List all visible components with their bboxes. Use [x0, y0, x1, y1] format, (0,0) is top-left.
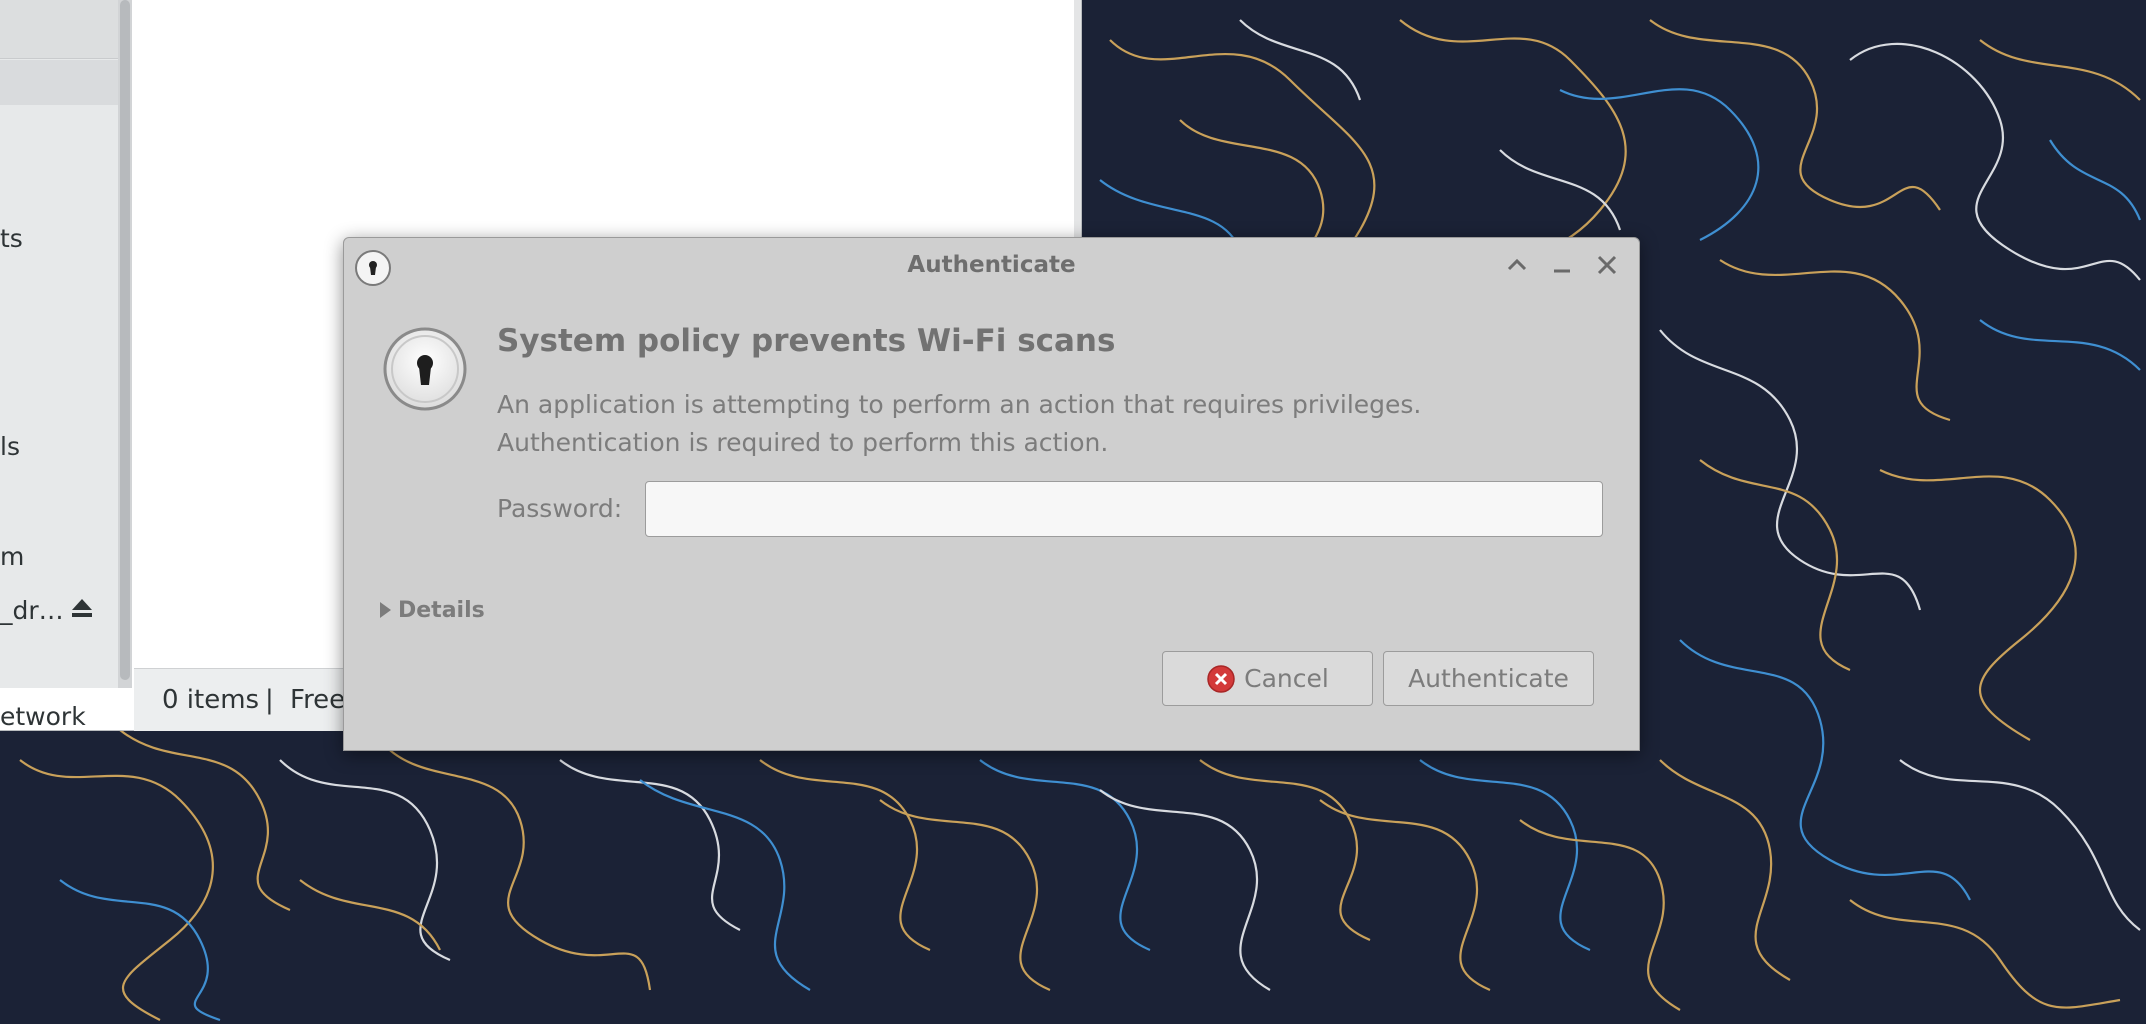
- password-label: Password:: [497, 494, 623, 523]
- close-button[interactable]: [1592, 250, 1622, 280]
- message-heading: System policy prevents Wi-Fi scans: [497, 323, 1116, 359]
- fm-location-strip: [0, 60, 118, 105]
- sidebar-item-network[interactable]: etwork: [0, 702, 86, 728]
- fm-sidebar-scrollbar[interactable]: [118, 0, 132, 688]
- dialog-title: Authenticate: [907, 252, 1076, 278]
- cancel-label: Cancel: [1244, 664, 1329, 693]
- cancel-button[interactable]: Cancel: [1162, 651, 1373, 706]
- details-label: Details: [398, 597, 485, 623]
- details-expander[interactable]: Details: [378, 595, 485, 625]
- fm-sidebar: ts ls m _dr… etwork: [0, 0, 119, 728]
- authenticate-button[interactable]: Authenticate: [1383, 651, 1594, 706]
- status-separator: |: [265, 685, 274, 715]
- fm-toolbar-strip: [0, 0, 118, 59]
- dialog-titlebar[interactable]: Authenticate: [344, 238, 1639, 290]
- sidebar-item-filesystem[interactable]: m: [0, 542, 24, 571]
- fm-scroll-thumb[interactable]: [120, 0, 130, 680]
- cancel-circle-icon: [1207, 664, 1235, 693]
- eject-icon[interactable]: [70, 596, 94, 620]
- fm-window-edge: [1074, 0, 1081, 240]
- message-body: An application is attempting to perform …: [497, 390, 1422, 457]
- sidebar-item-documents[interactable]: ts: [0, 224, 23, 253]
- minimize-button[interactable]: [1547, 250, 1577, 280]
- authenticate-dialog: Authenticate System policy prevents Wi-F…: [343, 237, 1640, 751]
- expander-triangle-icon: [380, 602, 391, 618]
- status-item-count: 0 items: [162, 685, 260, 715]
- authenticate-label: Authenticate: [1408, 664, 1569, 693]
- maximize-button[interactable]: [1502, 250, 1532, 280]
- status-free-space: Free: [290, 685, 346, 715]
- sidebar-item-drive[interactable]: _dr…: [0, 596, 64, 625]
- sidebar-item-downloads[interactable]: ls: [0, 432, 20, 461]
- password-input[interactable]: [645, 481, 1603, 537]
- keyhole-lock-icon: [383, 327, 467, 411]
